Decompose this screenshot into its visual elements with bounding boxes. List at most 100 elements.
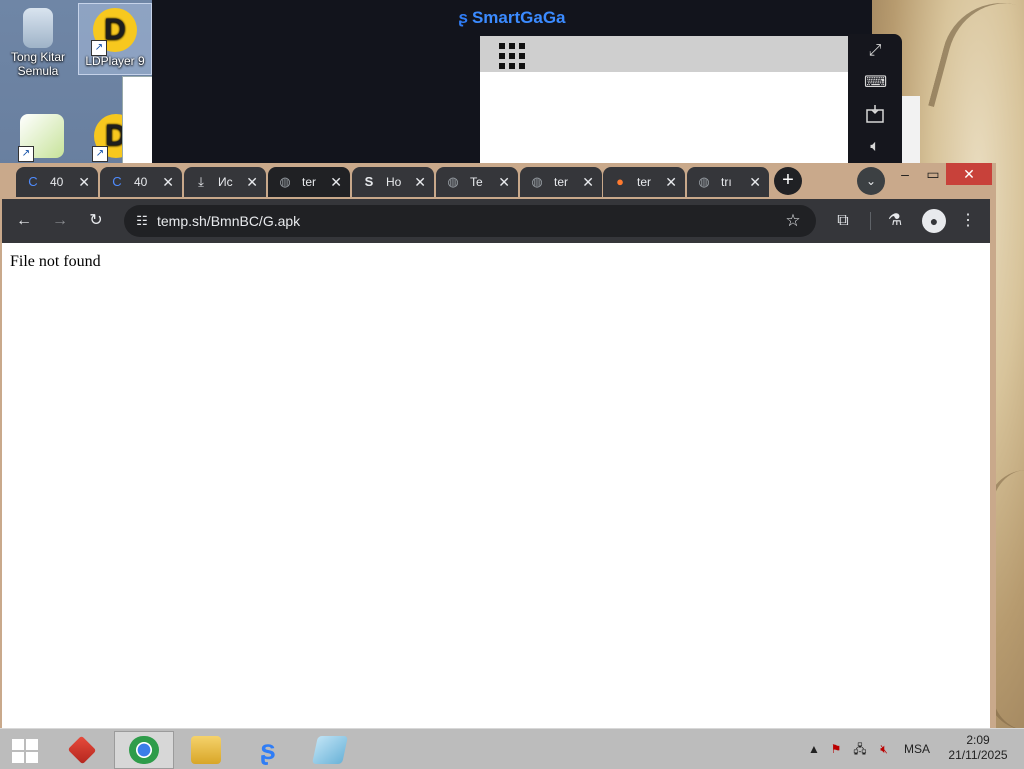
bookmark-star-icon[interactable]: ☆ (782, 210, 804, 232)
smartgaga-window[interactable]: ʂ SmartGaGa ⤢ ⌨ 🔈︎ (152, 0, 902, 164)
start-button[interactable] (4, 733, 44, 765)
tab-title: 40 (134, 175, 148, 189)
tab-7[interactable]: ◍ ter ✕ (520, 167, 602, 197)
network-icon[interactable]: 🖧︎ (852, 741, 868, 757)
profile-avatar-icon[interactable]: ● (922, 209, 946, 233)
tab-title: trı (721, 175, 732, 189)
tab-3[interactable]: ⤓ Ис ✕ (184, 167, 266, 197)
address-url[interactable]: temp.sh/BmnBC/G.apk (157, 205, 300, 237)
tab-9[interactable]: ◍ trı ✕ (687, 167, 769, 197)
keyboard-icon[interactable]: ⌨ (864, 72, 887, 94)
download-icon: ⤓ (198, 174, 204, 189)
app-grid-icon[interactable] (498, 42, 528, 69)
ldplayer-icon: ↗ (91, 8, 137, 56)
fullscreen-icon[interactable]: ⤢ (864, 40, 886, 62)
globe-icon: ◍ (698, 174, 710, 189)
clock-date: 21/11/2025 (948, 748, 1008, 762)
page-viewport: File not found (2, 243, 990, 728)
close-icon[interactable]: ✕ (78, 167, 90, 197)
labs-flask-icon[interactable]: ⚗ (884, 210, 906, 232)
swan-logo-icon: ʂ (260, 734, 276, 765)
toolbar-divider (870, 212, 871, 230)
smartgaga-title-bar[interactable]: ʂ SmartGaGa (152, 0, 872, 36)
tab-title: Te (470, 175, 483, 189)
desktop-icon-recycle-bin[interactable]: Tong Kitar Semula (2, 4, 74, 78)
action-center-flag-icon[interactable]: ⚑ (828, 741, 844, 757)
tab-8[interactable]: ● ter ✕ (603, 167, 685, 197)
clock[interactable]: 2:09 21/11/2025 (940, 733, 1016, 763)
s-logo-icon: S (364, 174, 374, 189)
menu-kebab-icon[interactable]: ⋮ (957, 210, 979, 232)
tab-6[interactable]: ◍ Te ✕ (436, 167, 518, 197)
address-bar[interactable]: ☷ temp.sh/BmnBC/G.apk ☆ (124, 205, 816, 237)
tab-5[interactable]: S Ho ✕ (352, 167, 434, 197)
desktop-icon-notepad[interactable]: ↗ (6, 110, 78, 162)
background-window[interactable] (122, 76, 156, 166)
tab-title: 40 (50, 175, 64, 189)
clock-time: 2:09 (966, 733, 990, 747)
volume-icon[interactable]: 🔈︎ (864, 136, 886, 158)
taskbar: ʂ ▲ ⚑ 🖧︎ 🔇︎ MSA 2:09 21/11/2025 (0, 728, 1024, 769)
shortcut-arrow-icon: ↗ (18, 146, 34, 162)
c-logo-icon: C (112, 174, 122, 189)
taskbar-app-smartgaga[interactable]: ʂ (238, 731, 298, 769)
emulator-status-bar (480, 36, 848, 72)
tab-title: ter (637, 175, 652, 189)
c-logo-icon: C (28, 174, 38, 189)
close-icon[interactable]: ✕ (582, 167, 594, 197)
shortcut-arrow-icon: ↗ (91, 40, 107, 56)
close-icon[interactable]: ✕ (498, 167, 510, 197)
taskbar-app-anydesk[interactable] (52, 731, 112, 769)
extensions-icon[interactable]: ⧉ (832, 210, 854, 232)
emulator-sidebar: ⤢ ⌨ 🔈︎ (848, 34, 902, 164)
taskbar-app-chrome[interactable] (114, 731, 174, 769)
orange-circle-icon: ● (616, 174, 624, 189)
browser-toolbar: ← → ↻ ☷ temp.sh/BmnBC/G.apk ☆ ⧉ ⚗ ● ⋮ (2, 199, 990, 243)
chrome-icon (129, 736, 159, 764)
tab-4-active[interactable]: ◍ ter ✕ (268, 167, 350, 197)
close-window-button[interactable]: ✕ (946, 163, 992, 185)
tab-title: Ho (386, 175, 402, 189)
close-icon[interactable]: ✕ (665, 167, 677, 197)
maximize-button[interactable]: ▭ (918, 163, 948, 185)
smartgaga-title: SmartGaGa (471, 8, 566, 27)
tab-title: ter (302, 175, 317, 189)
new-tab-button[interactable]: + (774, 167, 802, 195)
taskbar-app-explorer[interactable] (176, 731, 236, 769)
tab-strip: C 40 ✕ C 40 ✕ ⤓ Ис ✕ ◍ ter ✕ S Ho ✕ ◍ Te… (0, 163, 996, 199)
tab-search-button[interactable]: ⌄ (857, 167, 885, 195)
desktop-icon-label: Tong Kitar Semula (10, 50, 66, 78)
close-icon[interactable]: ✕ (330, 167, 342, 197)
minimize-button[interactable]: – (890, 163, 920, 185)
volume-muted-icon[interactable]: 🔇︎ (876, 741, 892, 757)
globe-icon: ◍ (447, 174, 459, 189)
forward-button[interactable]: → (49, 210, 71, 232)
site-settings-icon[interactable]: ☷ (132, 211, 152, 231)
emulator-screen[interactable] (480, 36, 848, 164)
close-icon[interactable]: ✕ (414, 167, 426, 197)
file-explorer-icon (191, 736, 221, 764)
notepad-icon (312, 736, 348, 764)
back-button[interactable]: ← (13, 210, 35, 232)
recycle-bin-icon (23, 8, 53, 48)
chrome-window[interactable]: C 40 ✕ C 40 ✕ ⤓ Ис ✕ ◍ ter ✕ S Ho ✕ ◍ Te… (0, 163, 996, 729)
reload-button[interactable]: ↻ (85, 210, 107, 232)
show-hidden-icons-icon[interactable]: ▲ (806, 741, 822, 757)
anydesk-icon (67, 735, 97, 765)
desktop-icon-ldplayer[interactable]: ↗ LDPlayer 9 (78, 3, 152, 75)
desktop-icon-label: LDPlayer 9 (85, 54, 145, 68)
tab-1[interactable]: C 40 ✕ (16, 167, 98, 197)
apk-install-icon[interactable] (864, 104, 886, 126)
page-message: File not found (10, 253, 101, 270)
close-icon[interactable]: ✕ (246, 167, 258, 197)
notepad-plus-icon: ↗ (18, 114, 64, 162)
tab-2[interactable]: C 40 ✕ (100, 167, 182, 197)
shortcut-arrow-icon: ↗ (92, 146, 108, 162)
close-icon[interactable]: ✕ (162, 167, 174, 197)
taskbar-app-notepad[interactable] (300, 731, 360, 769)
globe-icon: ◍ (279, 174, 291, 189)
input-language[interactable]: MSA (904, 729, 930, 769)
tab-title: ter (554, 175, 569, 189)
swan-logo-icon: ʂ (458, 8, 468, 27)
close-icon[interactable]: ✕ (749, 167, 761, 197)
